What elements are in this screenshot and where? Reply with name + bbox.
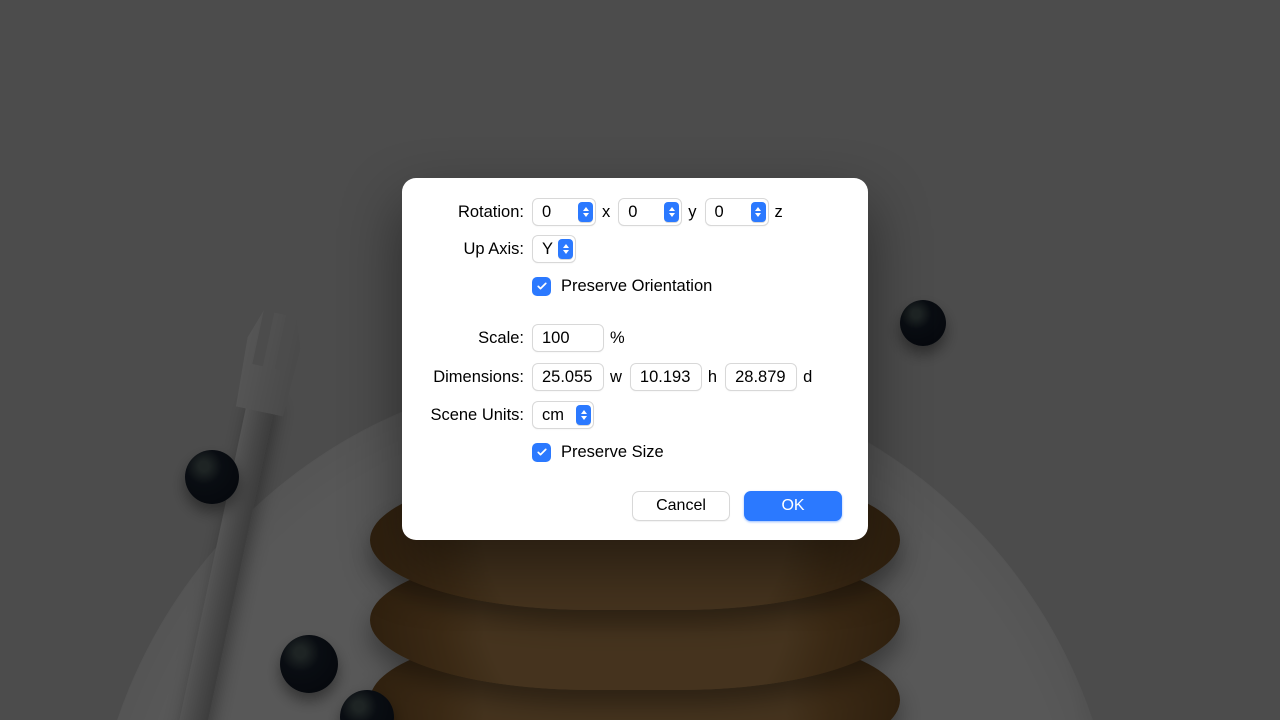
up-axis-select[interactable]: Y [532, 235, 576, 263]
scale-suffix: % [604, 329, 633, 348]
chevrons-icon[interactable] [558, 239, 573, 259]
rotation-x-input[interactable]: 0 [532, 198, 596, 226]
up-axis-label: Up Axis: [402, 240, 532, 259]
rotation-z-suffix: z [769, 203, 791, 222]
check-icon [536, 446, 548, 458]
stepper-icon[interactable] [751, 202, 766, 222]
dimensions-d-input[interactable]: 28.879 [725, 363, 797, 391]
ok-button[interactable]: OK [744, 491, 842, 521]
preserve-size-label: Preserve Size [561, 443, 664, 462]
rotation-y-suffix: y [682, 203, 704, 222]
dimensions-w-suffix: w [604, 368, 630, 387]
scene-units-label: Scene Units: [402, 406, 532, 425]
scene-units-select[interactable]: cm [532, 401, 594, 429]
cancel-button[interactable]: Cancel [632, 491, 730, 521]
preserve-orientation-checkbox[interactable] [532, 277, 551, 296]
import-settings-dialog: Rotation: 0 x 0 y 0 z Up Axis: Y Preserv… [402, 178, 868, 540]
dimensions-h-input[interactable]: 10.193 [630, 363, 702, 391]
rotation-y-input[interactable]: 0 [618, 198, 682, 226]
rotation-x-suffix: x [596, 203, 618, 222]
check-icon [536, 280, 548, 292]
scale-input[interactable]: 100 [532, 324, 604, 352]
rotation-z-input[interactable]: 0 [705, 198, 769, 226]
chevrons-icon[interactable] [576, 405, 591, 425]
preserve-orientation-label: Preserve Orientation [561, 277, 712, 296]
stepper-icon[interactable] [578, 202, 593, 222]
scale-label: Scale: [402, 329, 532, 348]
stepper-icon[interactable] [664, 202, 679, 222]
dimensions-d-suffix: d [797, 368, 820, 387]
rotation-label: Rotation: [402, 203, 532, 222]
dimensions-label: Dimensions: [402, 368, 532, 387]
dimensions-h-suffix: h [702, 368, 725, 387]
preserve-size-checkbox[interactable] [532, 443, 551, 462]
dimensions-w-input[interactable]: 25.055 [532, 363, 604, 391]
